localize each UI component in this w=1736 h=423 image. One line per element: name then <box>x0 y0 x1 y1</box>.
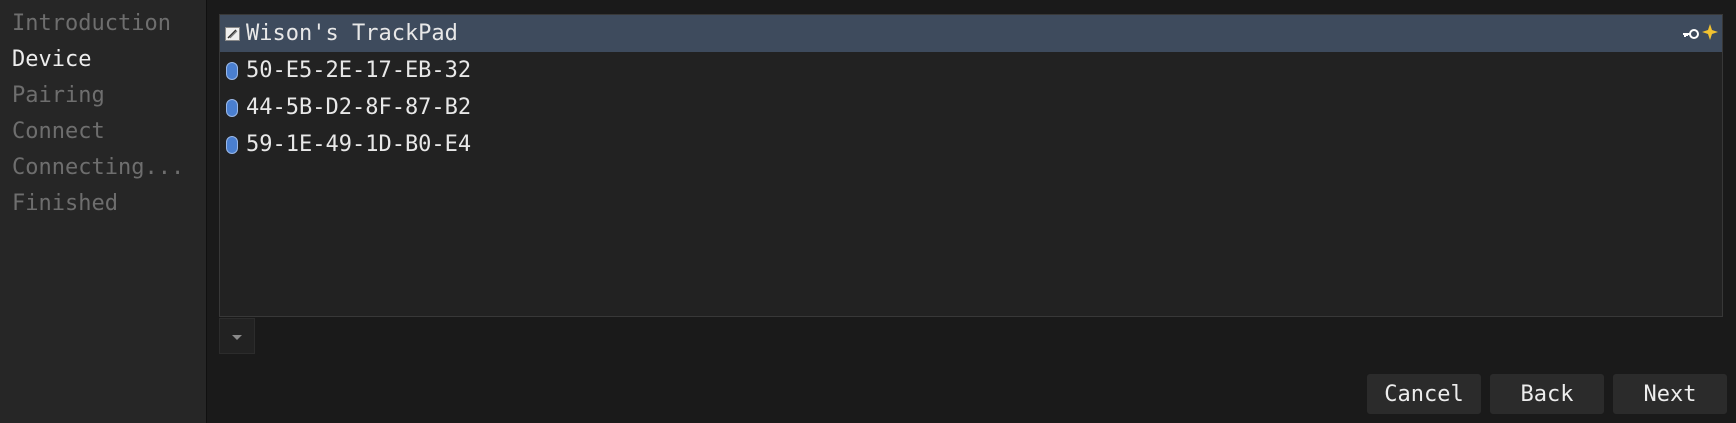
bluetooth-icon <box>226 98 238 117</box>
step-connect: Connect <box>12 119 105 144</box>
device-name: 44-5B-D2-8F-87-B2 <box>246 95 472 120</box>
device-badges <box>1682 15 1718 52</box>
step-device: Device <box>12 47 92 72</box>
sparkle-icon <box>1702 21 1718 46</box>
key-icon <box>1682 21 1700 46</box>
bluetooth-icon <box>226 61 238 80</box>
device-name: 59-1E-49-1D-B0-E4 <box>246 132 472 157</box>
cancel-button[interactable]: Cancel <box>1366 373 1482 415</box>
next-button[interactable]: Next <box>1612 373 1728 415</box>
bluetooth-icon <box>226 135 238 154</box>
step-introduction: Introduction <box>12 11 171 36</box>
device-row[interactable]: 50-E5-2E-17-EB-32 <box>220 52 1722 89</box>
step-connecting: Connecting... <box>12 155 185 180</box>
chevron-down-icon <box>231 327 243 346</box>
device-row-trackpad[interactable]: Wison's TrackPad <box>220 15 1722 52</box>
wizard-steps-sidebar: Introduction Device Pairing Connect Conn… <box>0 0 207 423</box>
step-finished: Finished <box>12 191 118 216</box>
wizard-buttons: Cancel Back Next <box>1366 373 1728 415</box>
expander-button[interactable] <box>219 318 255 354</box>
trackpad-icon <box>224 24 240 44</box>
device-name: 50-E5-2E-17-EB-32 <box>246 58 472 83</box>
device-row[interactable]: 44-5B-D2-8F-87-B2 <box>220 89 1722 126</box>
wizard-window: Introduction Device Pairing Connect Conn… <box>0 0 1736 423</box>
device-name: Wison's TrackPad <box>246 21 458 46</box>
device-list[interactable]: Wison's TrackPad 50-E5-2E-17-EB-32 44-5B… <box>219 14 1723 317</box>
step-pairing: Pairing <box>12 83 105 108</box>
device-row[interactable]: 59-1E-49-1D-B0-E4 <box>220 126 1722 163</box>
back-button[interactable]: Back <box>1489 373 1605 415</box>
